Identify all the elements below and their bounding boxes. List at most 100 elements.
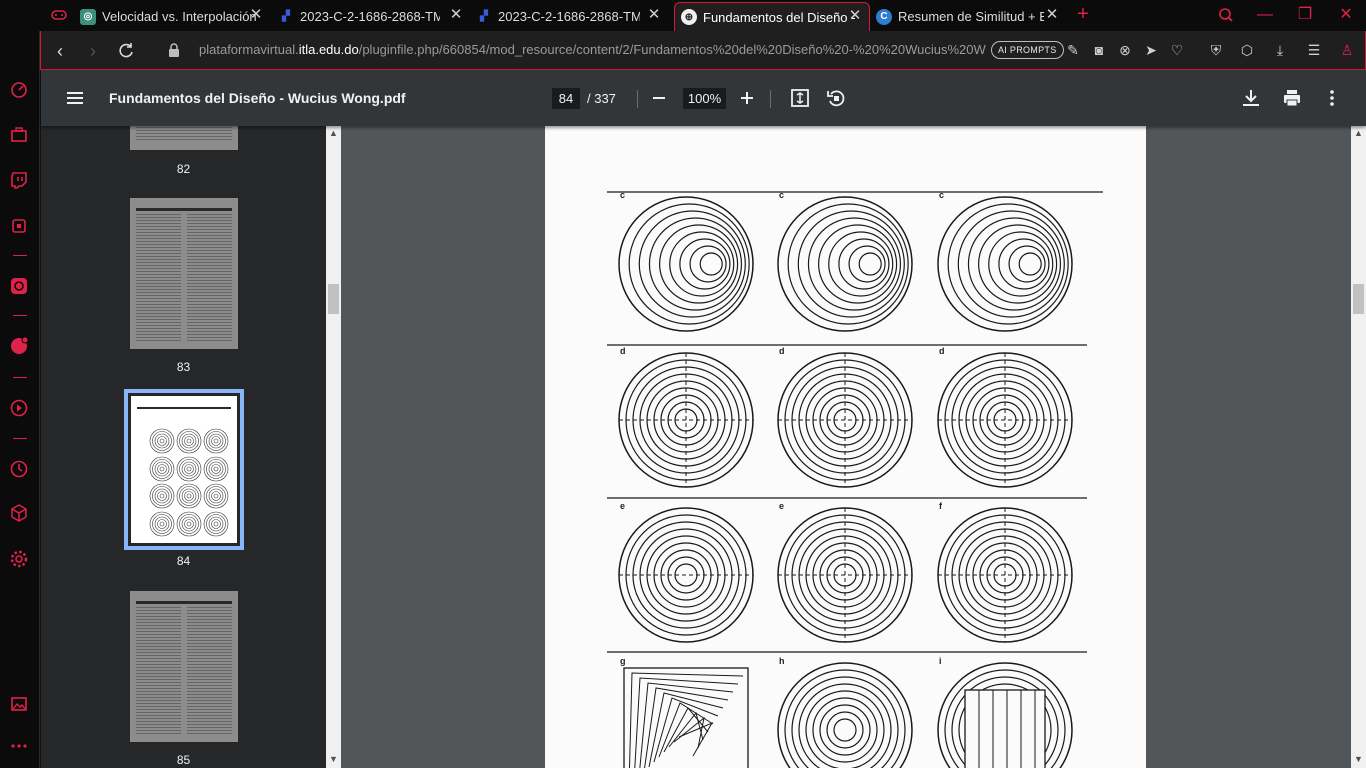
scrollbar-thumb[interactable] [1353, 284, 1364, 314]
concentric-figure [623, 667, 749, 768]
thumbnail-figure-mark [154, 488, 170, 504]
twitch-icon[interactable] [9, 170, 29, 190]
zoom-in-icon[interactable] [735, 86, 759, 110]
tab-strip: ◎ Velocidad vs. Interpolación ✕ ▞ 2023-C… [0, 0, 1366, 31]
edit-icon[interactable]: ✎ [1064, 41, 1082, 59]
thumbnail-figure-mark [179, 514, 199, 534]
scroll-up-arrow[interactable]: ▲ [326, 126, 341, 140]
profile-icon[interactable]: ♙ [1338, 41, 1356, 59]
thumbnail-figure-mark [184, 519, 194, 529]
send-icon[interactable]: ➤ [1142, 41, 1160, 59]
close-icon[interactable]: ✕ [448, 7, 464, 23]
new-tab-button[interactable]: + [1073, 4, 1093, 24]
thumbnail-label: 83 [176, 360, 191, 374]
thumbnail-figure-mark [203, 428, 229, 454]
thumbnail-page-85[interactable] [130, 591, 238, 742]
scroll-down-arrow[interactable]: ▼ [326, 752, 341, 766]
concentric-figure [937, 662, 1073, 768]
concentric-figure [777, 507, 913, 643]
figure-label: h [779, 656, 785, 666]
pdf-toolbar: Fundamentos del Diseño - Wucius Wong.pdf… [41, 70, 1366, 126]
thumbnail-figure-mark [213, 466, 219, 472]
thumbnail-page-84[interactable] [124, 389, 244, 550]
chatgpt-icon[interactable] [9, 276, 29, 296]
easy-setup-icon[interactable]: ☰ [1305, 41, 1323, 59]
close-icon[interactable]: ✕ [847, 8, 863, 24]
back-button[interactable]: ‹ [49, 40, 71, 62]
download-icon[interactable] [1239, 86, 1263, 110]
download-icon[interactable]: ⤓ [1271, 41, 1289, 59]
reload-icon[interactable] [115, 40, 137, 62]
thumbnail-figure-mark [179, 431, 199, 451]
thumbnail-figure-mark [181, 516, 197, 532]
thumbnail-figure-mark [208, 461, 224, 477]
fit-page-icon[interactable] [788, 86, 812, 110]
thumbnail-page-82[interactable] [130, 126, 238, 150]
concentric-figure [777, 352, 913, 488]
tab-1[interactable]: ◎ Velocidad vs. Interpolación ✕ [80, 2, 270, 31]
briefcase-icon[interactable] [9, 125, 29, 145]
thumbnail-figure-mark [213, 438, 219, 444]
url-path: /pluginfile.php/660854/mod_resource/cont… [358, 42, 986, 57]
thumbnail-figure-mark [186, 438, 192, 444]
chip-icon[interactable] [9, 216, 29, 236]
thumbnail-label: 84 [176, 554, 191, 568]
thumbnail-figure-mark [159, 438, 165, 444]
url-field[interactable]: plataformavirtual.itla.edu.do/pluginfile… [199, 42, 989, 57]
thumbnail-figure-mark [176, 456, 202, 482]
search-tabs-icon[interactable] [1213, 3, 1239, 27]
vpn-icon[interactable]: ⛨ [1207, 41, 1225, 59]
close-window-button[interactable]: ✕ [1333, 3, 1359, 27]
thumbnail-page-83[interactable] [130, 198, 238, 349]
scrollbar-thumb[interactable] [328, 284, 339, 314]
history-icon[interactable] [9, 459, 29, 479]
figure-label: e [779, 501, 784, 511]
more-options-icon[interactable] [1320, 86, 1344, 110]
scroll-down-arrow[interactable]: ▼ [1351, 752, 1366, 766]
lock-icon[interactable] [168, 43, 180, 57]
zoom-input[interactable]: 100% [683, 88, 726, 109]
thumbnail-figure-mark [206, 514, 226, 534]
concentric-figure [618, 196, 754, 332]
player-icon[interactable] [9, 398, 29, 418]
camera-icon[interactable]: ◙ [1090, 41, 1108, 59]
tab-5[interactable]: C Resumen de Similitud + Eje ✕ [876, 2, 1066, 31]
zoom-out-icon[interactable] [647, 86, 671, 110]
toolbar-divider [770, 90, 771, 108]
extensions-cube-icon[interactable] [9, 503, 29, 523]
close-icon[interactable]: ✕ [248, 7, 264, 23]
print-icon[interactable] [1280, 86, 1304, 110]
cube-icon[interactable]: ⬡ [1238, 41, 1256, 59]
whatsapp-icon[interactable] [9, 336, 29, 356]
scroll-up-arrow[interactable]: ▲ [1351, 126, 1366, 140]
minimize-button[interactable]: — [1252, 3, 1278, 27]
thumbnail-scrollbar[interactable]: ▲ ▼ [326, 126, 341, 768]
rotate-icon[interactable] [824, 86, 848, 110]
game-controller-icon[interactable] [51, 8, 67, 22]
speed-dial-icon[interactable] [9, 79, 29, 99]
gallery-icon[interactable] [9, 694, 29, 714]
tab-2[interactable]: ▞ 2023-C-2-1686-2868-TMM ✕ [278, 2, 470, 31]
thumbnail-figure-mark [181, 461, 197, 477]
thumbnail-figure-mark [149, 511, 175, 537]
blocker-icon[interactable]: ⊗ [1116, 41, 1134, 59]
forward-button[interactable]: › [82, 40, 104, 62]
thumbnail-text [136, 126, 232, 142]
pdf-viewer[interactable]: c c c d d d e e f g h i [341, 126, 1351, 768]
menu-hamburger-icon[interactable] [63, 86, 87, 110]
ai-prompts-button[interactable]: AI PROMPTS [991, 41, 1064, 59]
more-dots-icon[interactable] [9, 736, 29, 756]
settings-gear-icon[interactable] [9, 549, 29, 569]
tab-3[interactable]: ▞ 2023-C-2-1686-2868-TMM ✕ [476, 2, 668, 31]
restore-button[interactable]: ❐ [1292, 3, 1318, 27]
figure-label: d [939, 346, 945, 356]
heart-icon[interactable]: ♡ [1168, 41, 1186, 59]
globe-icon: ⊕ [681, 9, 697, 25]
page-number-input[interactable]: 84 [552, 88, 580, 109]
close-icon[interactable]: ✕ [1044, 7, 1060, 23]
thumbnail-header [136, 208, 232, 211]
figure-label: e [620, 501, 625, 511]
close-icon[interactable]: ✕ [646, 7, 662, 23]
viewer-scrollbar[interactable]: ▲ ▼ [1351, 126, 1366, 768]
tab-active-pdf[interactable]: ⊕ Fundamentos del Diseño - ✕ [674, 2, 870, 31]
